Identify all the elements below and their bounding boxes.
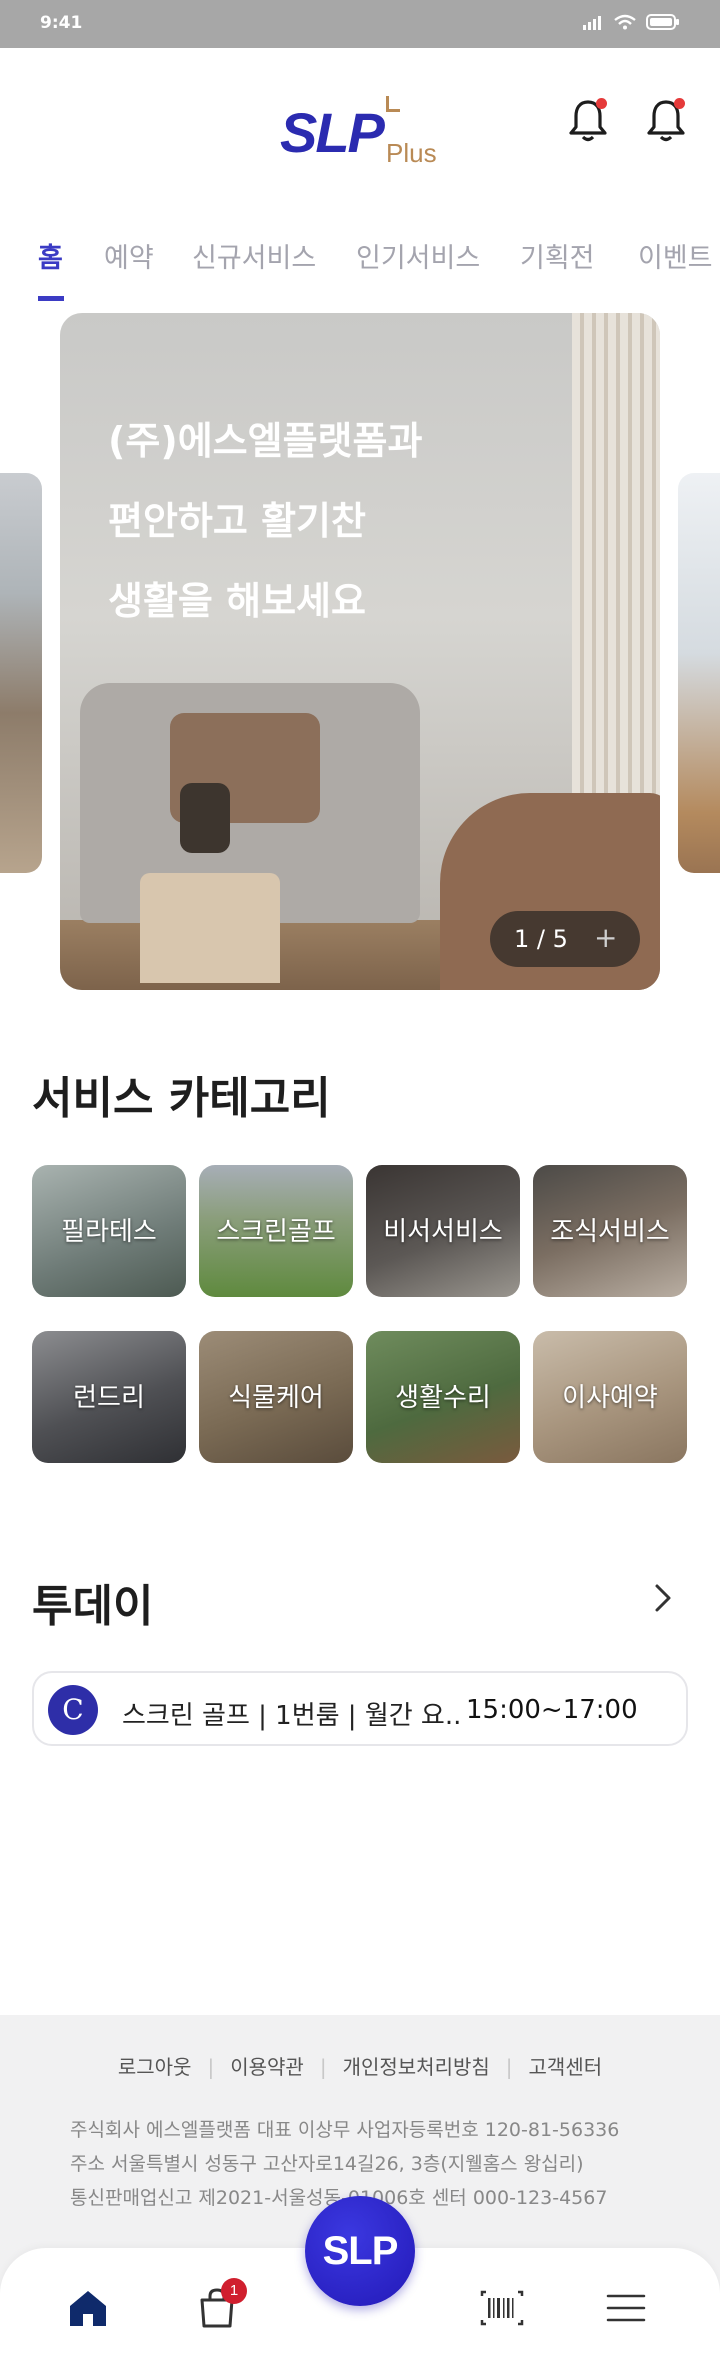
menu-icon [606,2294,646,2322]
reservation-time: 15:00~17:00 [466,1695,638,1725]
footer-divider: | [505,2055,513,2079]
company-info-line: 주소 서울특별시 성동구 고산자로14길26, 3층(지웰홈스 왕십리) [70,2153,584,2175]
banner-headline-line: 편안하고 활기찬 [108,499,366,543]
notification-dot [596,98,607,109]
tab-special-exhibition[interactable]: 기획전 [520,236,595,275]
nav-cart-button[interactable]: 1 [193,2278,247,2332]
customer-center-link[interactable]: 고객센터 [513,2055,619,2079]
footer-divider: | [319,2055,327,2079]
tab-reservation[interactable]: 예약 [104,236,154,275]
nav-barcode-button[interactable] [478,2284,526,2332]
category-label: 생활수리 [395,1383,491,1413]
category-plant-care[interactable]: 식물케어 [199,1331,353,1463]
cart-count-badge: 1 [221,2278,247,2304]
pager-plus-icon[interactable]: + [594,921,617,954]
today-more-button[interactable] [648,1576,678,1620]
nav-home-button[interactable] [64,2284,112,2332]
wifi-icon [614,14,636,30]
banner-image-table [140,873,280,983]
previous-banner-card[interactable] [0,473,42,873]
banner-headline-line: (주)에스엘플랫폼과 [108,419,423,463]
category-laundry[interactable]: 런드리 [32,1331,186,1463]
barcode-icon [480,2290,524,2326]
tab-home[interactable]: 홈 [38,236,63,275]
category-label: 런드리 [73,1383,145,1413]
category-secretary[interactable]: 비서서비스 [366,1165,520,1297]
banner-headline-line: 생활을 해보세요 [108,579,366,623]
status-icons [582,14,680,30]
category-label: 이사예약 [562,1383,658,1413]
logo-sub-text: Plus [386,138,437,168]
service-category-title: 서비스 카테고리 [32,1073,331,1124]
next-banner-card[interactable] [678,473,720,873]
battery-icon [646,14,679,30]
privacy-policy-link[interactable]: 개인정보처리방침 [327,2055,506,2079]
app-header: SLP Plus [0,48,720,198]
today-reservation-item[interactable]: C 스크린 골프 | 1번룸 | 월간 요.. 15:00~17:00 [32,1671,688,1746]
active-tab-indicator [38,296,64,301]
home-icon [70,2291,106,2326]
logo-main-text: SLP [280,101,385,164]
category-breakfast[interactable]: 조식서비스 [533,1165,687,1297]
tab-events[interactable]: 이벤트 [638,236,713,275]
category-label: 스크린골프 [216,1217,336,1247]
notification-bell-button[interactable] [566,96,610,144]
category-screen-golf[interactable]: 스크린골프 [199,1165,353,1297]
category-pilates[interactable]: 필라테스 [32,1165,186,1297]
tab-popular-services[interactable]: 인기서비스 [356,236,480,275]
banner-headline: (주)에스엘플랫폼과 편안하고 활기찬 생활을 해보세요 [108,401,422,641]
category-label: 비서서비스 [383,1217,503,1247]
category-label: 필라테스 [61,1217,157,1247]
alert-bell-button[interactable] [644,96,688,144]
notification-dot [674,98,685,109]
category-moving[interactable]: 이사예약 [533,1331,687,1463]
company-info-line: 주식회사 에스엘플랫폼 대표 이상무 사업자등록번호 120-81-56336 [70,2119,620,2141]
category-label: 식물케어 [228,1383,324,1413]
service-avatar: C [48,1685,98,1735]
reservation-description: 스크린 골프 | 1번룸 | 월간 요.. [122,1701,462,1731]
category-tabs: 홈 예약 신규서비스 인기서비스 기획전 이벤트 [0,228,720,302]
status-bar: 9:41 [0,0,720,48]
tab-new-services[interactable]: 신규서비스 [192,236,316,275]
logout-link[interactable]: 로그아웃 [102,2055,208,2079]
slp-home-fab-button[interactable]: SLP [305,2196,415,2306]
chevron-right-icon [655,1584,671,1612]
category-label: 조식서비스 [550,1217,670,1247]
carousel-pager[interactable]: 1 / 5 + [490,911,640,967]
nav-menu-button[interactable] [602,2284,650,2332]
today-title: 투데이 [32,1581,154,1632]
banner-image-vase [180,783,230,853]
status-time: 9:41 [40,13,83,33]
slp-plus-logo[interactable]: SLP Plus [280,88,450,168]
terms-link[interactable]: 이용약관 [214,2055,320,2079]
signal-icon [583,16,601,30]
banner-carousel[interactable]: (주)에스엘플랫폼과 편안하고 활기찬 생활을 해보세요 1 / 5 + [0,313,720,990]
category-home-repair[interactable]: 생활수리 [366,1331,520,1463]
logo-mark [386,96,400,112]
banner-card[interactable]: (주)에스엘플랫폼과 편안하고 활기찬 생활을 해보세요 1 / 5 + [60,313,660,990]
pager-count: 1 / 5 [514,925,568,953]
footer-links: 로그아웃 | 이용약관 | 개인정보처리방침 | 고객센터 [0,2051,720,2080]
